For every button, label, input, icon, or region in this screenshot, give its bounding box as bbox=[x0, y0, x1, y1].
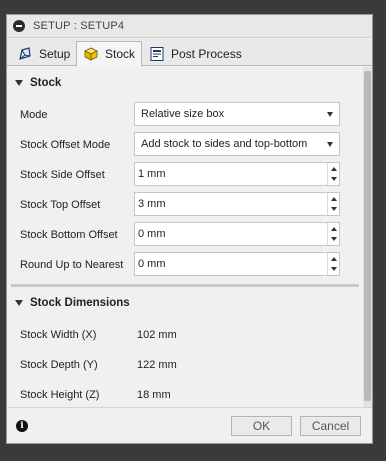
cancel-button[interactable]: Cancel bbox=[300, 416, 361, 436]
offset-mode-label: Stock Offset Mode bbox=[20, 139, 111, 151]
dialog-title: SETUP : SETUP4 bbox=[33, 20, 125, 32]
ok-button[interactable]: OK bbox=[231, 416, 292, 436]
round-up-stepper[interactable] bbox=[327, 253, 339, 275]
offset-mode-value: Add stock to sides and top-bottom bbox=[141, 138, 308, 150]
tab-post-process[interactable]: Post Process bbox=[143, 41, 248, 66]
top-offset-field[interactable] bbox=[134, 192, 340, 216]
stock-icon bbox=[83, 46, 99, 62]
post-process-icon bbox=[149, 46, 165, 62]
stepper-down-icon[interactable] bbox=[331, 207, 337, 211]
bottom-offset-stepper[interactable] bbox=[327, 223, 339, 245]
tab-bar: Setup Stock Post Process bbox=[7, 39, 372, 67]
tab-stock[interactable]: Stock bbox=[76, 41, 143, 67]
offset-mode-select[interactable]: Add stock to sides and top-bottom bbox=[134, 132, 340, 156]
stock-section-header[interactable]: Stock bbox=[15, 77, 61, 89]
round-up-label: Round Up to Nearest bbox=[20, 259, 124, 271]
mode-label: Mode bbox=[20, 109, 48, 121]
stock-section-title: Stock bbox=[30, 77, 62, 89]
collapse-triangle-icon bbox=[15, 300, 23, 306]
side-offset-input[interactable] bbox=[138, 164, 318, 184]
collapse-icon[interactable] bbox=[13, 20, 25, 32]
tab-setup[interactable]: Setup bbox=[11, 41, 76, 66]
dialog-footer: i OK Cancel bbox=[7, 407, 372, 443]
dialog-titlebar[interactable]: SETUP : SETUP4 bbox=[7, 15, 372, 38]
bottom-offset-field[interactable] bbox=[134, 222, 340, 246]
chevron-down-icon bbox=[327, 112, 333, 117]
stepper-down-icon[interactable] bbox=[331, 237, 337, 241]
tab-post-process-label: Post Process bbox=[171, 46, 242, 61]
stepper-up-icon[interactable] bbox=[331, 257, 337, 261]
top-offset-label: Stock Top Offset bbox=[20, 199, 101, 211]
stock-width-value: 102 mm bbox=[137, 329, 177, 341]
stepper-up-icon[interactable] bbox=[331, 197, 337, 201]
dimensions-section-title: Stock Dimensions bbox=[30, 297, 130, 309]
side-offset-label: Stock Side Offset bbox=[20, 169, 105, 181]
setup-dialog: SETUP : SETUP4 Setup Stock Post Process … bbox=[6, 14, 373, 444]
side-offset-stepper[interactable] bbox=[327, 163, 339, 185]
top-offset-input[interactable] bbox=[138, 194, 318, 214]
dimensions-section-header[interactable]: Stock Dimensions bbox=[15, 297, 130, 309]
stock-height-label: Stock Height (Z) bbox=[20, 389, 100, 401]
setup-icon bbox=[17, 46, 33, 62]
scrollbar-thumb[interactable] bbox=[364, 71, 371, 401]
round-up-field[interactable] bbox=[134, 252, 340, 276]
side-offset-field[interactable] bbox=[134, 162, 340, 186]
stepper-down-icon[interactable] bbox=[331, 267, 337, 271]
collapse-triangle-icon bbox=[15, 80, 23, 86]
vertical-scrollbar[interactable] bbox=[363, 67, 372, 407]
stock-depth-label: Stock Depth (Y) bbox=[20, 359, 98, 371]
bottom-offset-input[interactable] bbox=[138, 224, 318, 244]
chevron-down-icon bbox=[327, 142, 333, 147]
top-offset-stepper[interactable] bbox=[327, 193, 339, 215]
bottom-offset-label: Stock Bottom Offset bbox=[20, 229, 118, 241]
stepper-up-icon[interactable] bbox=[331, 227, 337, 231]
stepper-up-icon[interactable] bbox=[331, 167, 337, 171]
stock-width-label: Stock Width (X) bbox=[20, 329, 97, 341]
info-icon[interactable]: i bbox=[16, 420, 28, 432]
stock-height-value: 18 mm bbox=[137, 389, 171, 401]
tab-setup-label: Setup bbox=[39, 46, 71, 61]
stock-depth-value: 122 mm bbox=[137, 359, 177, 371]
tab-stock-label: Stock bbox=[105, 47, 136, 61]
stock-panel: Stock Mode Relative size box Stock Offse… bbox=[7, 67, 363, 407]
stepper-down-icon[interactable] bbox=[331, 177, 337, 181]
section-divider bbox=[11, 284, 359, 287]
round-up-input[interactable] bbox=[138, 254, 318, 274]
mode-select[interactable]: Relative size box bbox=[134, 102, 340, 126]
mode-value: Relative size box bbox=[141, 108, 225, 120]
